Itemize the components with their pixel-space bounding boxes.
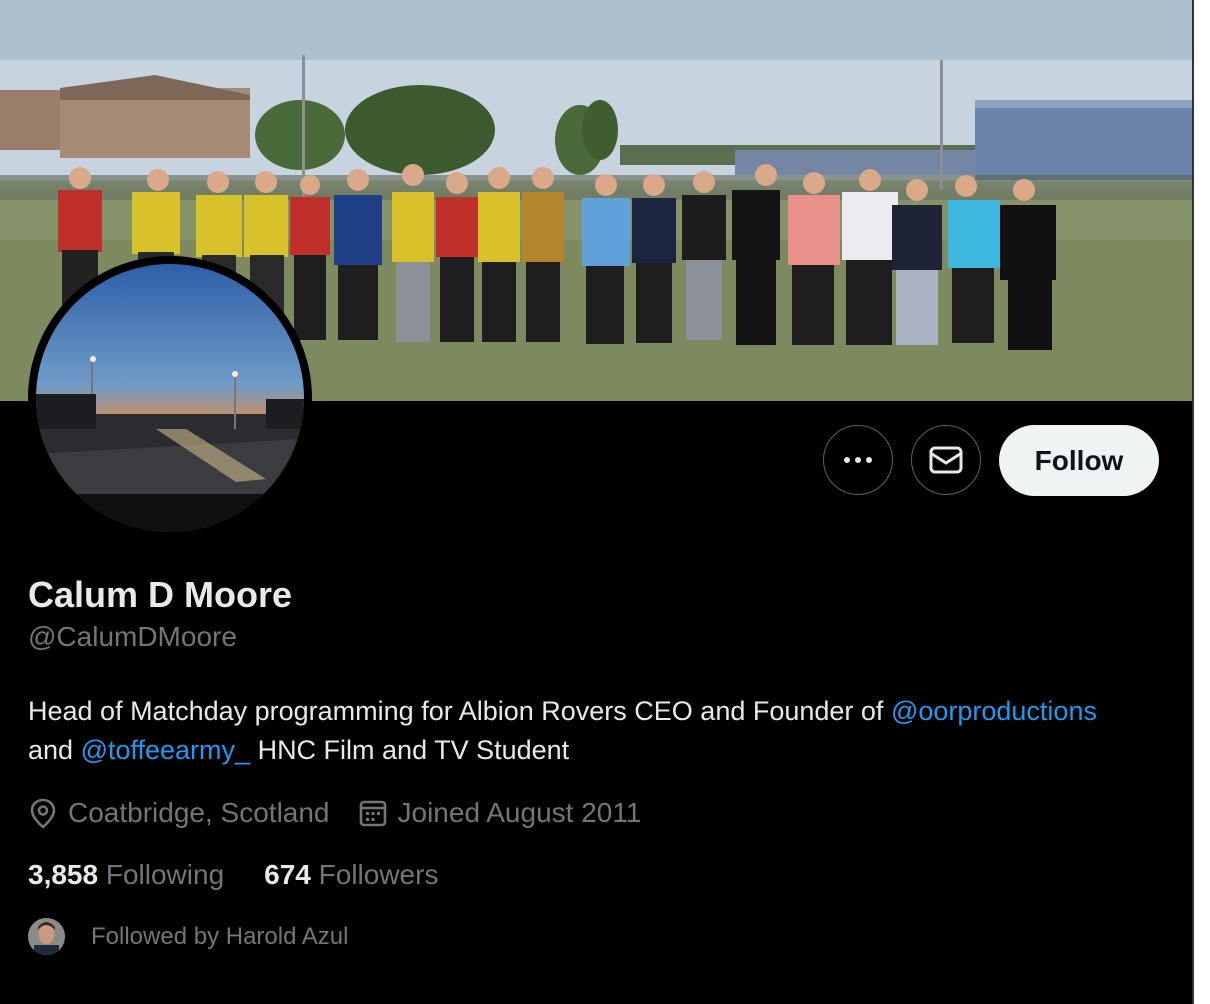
follower-avatar [28,918,65,955]
followers-label: Followers [318,859,439,890]
follow-counts: 3,858 Following 674 Followers [28,859,478,891]
location-item: Coatbridge, Scotland [28,797,330,829]
followed-by-link[interactable]: Followed by Harold Azul [28,918,348,955]
bio-text: and [28,735,81,765]
followed-by-text: Followed by Harold Azul [91,922,349,950]
profile-bio: Head of Matchday programming for Albion … [28,692,1148,770]
profile-meta: Coatbridge, Scotland Joined August 2011 [28,794,669,832]
bio-text: HNC Film and TV Student [250,735,570,765]
mention-link-oorproductions[interactable]: @oorproductions [891,696,1097,726]
mail-icon [929,446,963,474]
profile-name: Calum D Moore [28,574,293,615]
following-label: Following [105,859,225,890]
avatar-image [36,264,304,532]
joined-item: Joined August 2011 [358,797,642,829]
following-link[interactable]: 3,858 Following [28,859,224,891]
follow-button[interactable]: Follow [999,425,1159,496]
following-count: 3,858 [28,859,99,890]
more-button[interactable] [823,425,893,495]
calendar-icon [359,800,386,827]
joined-text: Joined August 2011 [397,797,642,828]
location-text: Coatbridge, Scotland [68,797,330,828]
scrollbar[interactable] [1192,0,1210,1004]
followers-link[interactable]: 674 Followers [264,859,438,891]
followers-count: 674 [264,859,311,890]
profile-handle: @CalumDMoore [28,621,237,652]
mention-link-toffeearmy[interactable]: @toffeearmy_ [81,735,251,765]
bio-text: Head of Matchday programming for Albion … [28,696,891,726]
profile-avatar[interactable] [28,256,312,540]
profile-page: Follow Calum D Moore @CalumDMoore Head o… [0,0,1192,1004]
message-button[interactable] [911,425,981,495]
more-icon [844,457,872,463]
location-pin-icon [30,798,56,829]
